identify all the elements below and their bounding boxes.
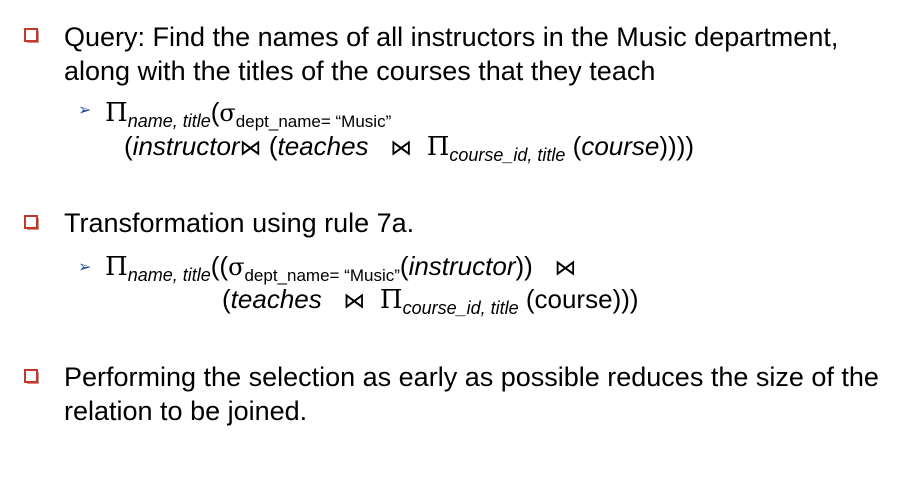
bullet-1-line-1: Query: Find the names of all instructors… [64,22,839,52]
relation-instructor: instructor [132,131,240,161]
selection-symbol: σ [228,253,245,281]
open-paren: ( [518,284,535,314]
square-bullet-icon [24,369,39,384]
relation-course: course [581,131,660,161]
open-paren: ( [261,131,278,161]
selection-symbol: σ [219,99,236,127]
open-paren: ( [565,131,582,161]
open-paren: ( [124,131,133,161]
close-parens: )))) [659,131,695,161]
expression-2-line-2: (teaches ⋈ Πcourse_id, title (course))) [222,284,639,319]
square-bullet-icon [24,215,39,230]
open-paren: ( [222,284,231,314]
projection-symbol: Π [426,132,450,162]
natural-join-icon: ⋈ [390,136,413,161]
arrow-bullet-icon: ➢ [78,102,92,119]
close-parens: )) [515,251,533,281]
bullet-2-line-1: Transformation using rule 7a. [64,208,415,238]
selection-condition: dept_name= “Music” [244,266,400,285]
projection-symbol: Π [105,98,128,128]
projection-attributes: course_id, title [449,145,566,165]
relation-instructor: instructor [408,251,516,281]
natural-join-icon: ⋈ [343,289,366,314]
expression-2-line-1: Πname, title((σdept_name= “Music”(instru… [105,251,576,286]
relation-teaches: teaches [230,284,322,314]
natural-join-icon: ⋈ [239,136,262,161]
projection-symbol: Π [105,252,128,282]
square-bullet-icon [24,28,39,43]
projection-attributes: name, title [127,265,211,285]
expression-1-line-2: (instructor⋈ (teaches ⋈ Πcourse_id, titl… [124,131,694,166]
open-paren: ( [399,251,409,281]
close-parens: ))) [612,284,639,314]
bullet-1-line-2: along with the titles of the courses tha… [64,56,656,86]
arrow-bullet-icon: ➢ [78,259,92,276]
relation-course: course [534,284,613,314]
expression-1-line-1: Πname, title(σdept_name= “Music” [105,97,391,132]
projection-symbol: Π [379,285,403,315]
relation-teaches: teaches [277,131,369,161]
natural-join-icon: ⋈ [554,256,577,281]
open-parens: (( [210,251,229,281]
selection-condition: dept_name= “Music” [235,112,392,131]
projection-attributes: name, title [127,111,211,131]
bullet-3-line-2: relation to be joined. [64,396,308,426]
bullet-3-line-1: Performing the selection as early as pos… [64,362,879,392]
projection-attributes: course_id, title [402,298,519,318]
